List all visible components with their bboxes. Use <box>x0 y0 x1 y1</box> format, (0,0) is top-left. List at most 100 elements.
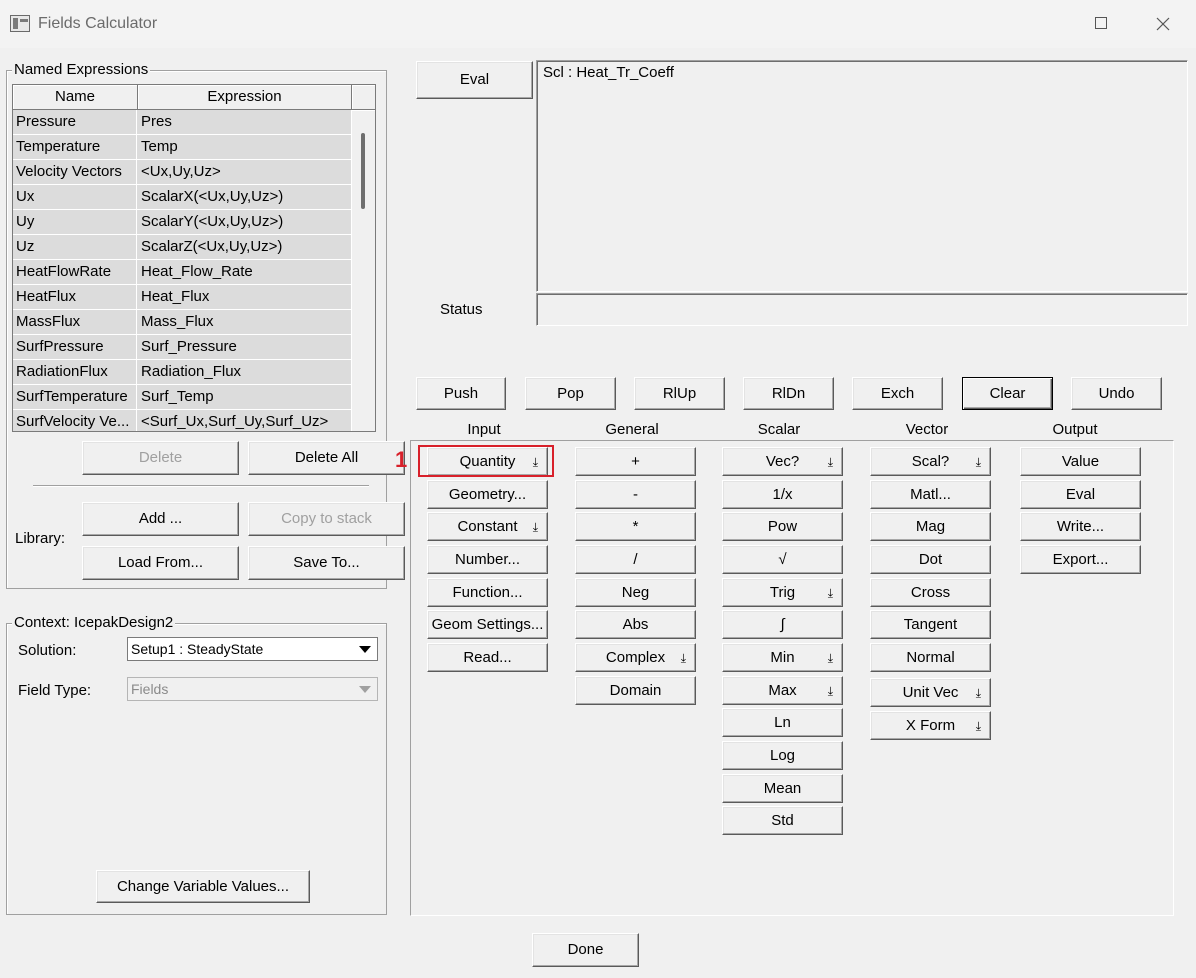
minus-button[interactable]: - <box>575 480 696 509</box>
cell-expression: <Surf_Ux,Surf_Uy,Surf_Uz> <box>141 413 329 430</box>
cell-expression: ScalarZ(<Ux,Uy,Uz>) <box>141 238 283 255</box>
roll-up-button[interactable]: RlUp <box>634 377 725 410</box>
pow-button[interactable]: Pow <box>722 512 843 541</box>
column-header-name[interactable]: Name <box>13 85 138 110</box>
table-row[interactable]: Temperature Temp <box>13 135 351 160</box>
done-button[interactable]: Done <box>532 933 639 967</box>
mag-button[interactable]: Mag <box>870 512 991 541</box>
table-row[interactable]: SurfVelocity Ve... <Surf_Ux,Surf_Uy,Surf_… <box>13 410 351 431</box>
log-button[interactable]: Log <box>722 741 843 770</box>
push-button[interactable]: Push <box>416 377 506 410</box>
cell-expression: Temp <box>141 138 178 155</box>
table-row[interactable]: MassFlux Mass_Flux <box>13 310 351 335</box>
table-row[interactable]: SurfPressure Surf_Pressure <box>13 335 351 360</box>
divide-button[interactable]: / <box>575 545 696 574</box>
cell-name: Velocity Vectors <box>13 160 137 184</box>
exchange-button[interactable]: Exch <box>852 377 943 410</box>
normal-button[interactable]: Normal <box>870 643 991 672</box>
table-row[interactable]: HeatFlowRate Heat_Flow_Rate <box>13 260 351 285</box>
table-row[interactable]: Ux ScalarX(<Ux,Uy,Uz>) <box>13 185 351 210</box>
save-to-button[interactable]: Save To... <box>248 546 405 580</box>
maximize-button[interactable] <box>1078 10 1124 38</box>
column-header-expression[interactable]: Expression <box>138 85 352 110</box>
table-row[interactable]: Velocity Vectors <Ux,Uy,Uz> <box>13 160 351 185</box>
table-row[interactable]: SurfTemperature Surf_Temp <box>13 385 351 410</box>
field-type-select[interactable]: Fields <box>127 677 378 701</box>
cell-expression: Radiation_Flux <box>141 363 242 380</box>
dot-button[interactable]: Dot <box>870 545 991 574</box>
cell-expression: ScalarY(<Ux,Uy,Uz>) <box>141 213 284 230</box>
add-button[interactable]: Add ... <box>82 502 239 536</box>
undo-button[interactable]: Undo <box>1071 377 1162 410</box>
table-row[interactable]: Uy ScalarY(<Ux,Uy,Uz>) <box>13 210 351 235</box>
dropdown-arrow-icon: ⤓ <box>975 686 981 700</box>
close-button[interactable] <box>1140 10 1186 38</box>
chevron-down-icon[interactable] <box>353 638 377 660</box>
max-label: Max <box>768 682 797 699</box>
eval-button[interactable]: Eval <box>416 61 533 99</box>
cell-name: Temperature <box>13 135 137 159</box>
vec-query-label: Vec? <box>765 453 800 470</box>
cell-expression: ScalarX(<Ux,Uy,Uz>) <box>141 188 284 205</box>
named-expressions-table[interactable]: Name Expression Pressure Pres Temperature… <box>12 84 376 432</box>
min-button[interactable]: Min ⤓ <box>722 643 843 672</box>
cross-button[interactable]: Cross <box>870 578 991 607</box>
scrollbar-thumb[interactable] <box>361 133 365 209</box>
read-button[interactable]: Read... <box>427 643 548 672</box>
number-button[interactable]: Number... <box>427 545 548 574</box>
reciprocal-button[interactable]: 1/x <box>722 480 843 509</box>
geometry-button[interactable]: Geometry... <box>427 480 548 509</box>
scal-query-label: Scal? <box>911 453 950 470</box>
value-button[interactable]: Value <box>1020 447 1141 476</box>
plus-button[interactable]: + <box>575 447 696 476</box>
roll-down-button[interactable]: RlDn <box>743 377 834 410</box>
table-row[interactable]: Pressure Pres <box>13 110 351 135</box>
pop-button[interactable]: Pop <box>525 377 616 410</box>
mean-button[interactable]: Mean <box>722 774 843 803</box>
function-button[interactable]: Function... <box>427 578 548 607</box>
clear-button[interactable]: Clear <box>962 377 1053 410</box>
max-button[interactable]: Max ⤓ <box>722 676 843 705</box>
complex-button[interactable]: Complex ⤓ <box>575 643 696 672</box>
copy-to-stack-button[interactable]: Copy to stack <box>248 502 405 536</box>
domain-button[interactable]: Domain <box>575 676 696 705</box>
tangent-button[interactable]: Tangent <box>870 610 991 639</box>
solution-select[interactable]: Setup1 : SteadyState <box>127 637 378 661</box>
table-row[interactable]: HeatFlux Heat_Flux <box>13 285 351 310</box>
trig-button[interactable]: Trig ⤓ <box>722 578 843 607</box>
stack-display[interactable]: Scl : Heat_Tr_Coeff <box>536 60 1188 292</box>
cell-expression: Heat_Flow_Rate <box>141 263 253 280</box>
delete-button[interactable]: Delete <box>82 441 239 475</box>
matl-button[interactable]: Matl... <box>870 480 991 509</box>
chevron-down-icon <box>353 678 377 700</box>
ln-button[interactable]: Ln <box>722 708 843 737</box>
dropdown-arrow-icon: ⤓ <box>827 586 833 600</box>
abs-button[interactable]: Abs <box>575 610 696 639</box>
cell-name: Uz <box>13 235 137 259</box>
sqrt-button[interactable]: √ <box>722 545 843 574</box>
export-button[interactable]: Export... <box>1020 545 1141 574</box>
multiply-button[interactable]: * <box>575 512 696 541</box>
cell-name: SurfVelocity Ve... <box>13 410 137 431</box>
table-row[interactable]: Uz ScalarZ(<Ux,Uy,Uz>) <box>13 235 351 260</box>
minimize-button[interactable] <box>1020 10 1066 38</box>
integral-button[interactable]: ∫ <box>722 610 843 639</box>
scal-query-button[interactable]: Scal? ⤓ <box>870 447 991 476</box>
neg-button[interactable]: Neg <box>575 578 696 607</box>
write-button[interactable]: Write... <box>1020 512 1141 541</box>
table-scrollbar[interactable] <box>352 111 375 431</box>
output-eval-button[interactable]: Eval <box>1020 480 1141 509</box>
xform-button[interactable]: X Form ⤓ <box>870 711 991 740</box>
load-from-button[interactable]: Load From... <box>82 546 239 580</box>
change-variable-values-button[interactable]: Change Variable Values... <box>96 870 310 903</box>
vec-query-button[interactable]: Vec? ⤓ <box>722 447 843 476</box>
complex-label: Complex <box>605 649 666 666</box>
app-icon <box>10 15 30 32</box>
geom-settings-button[interactable]: Geom Settings... <box>427 610 548 639</box>
delete-all-button[interactable]: Delete All <box>248 441 405 475</box>
unit-vec-button[interactable]: Unit Vec ⤓ <box>870 678 991 707</box>
std-button[interactable]: Std <box>722 806 843 835</box>
table-row[interactable]: RadiationFlux Radiation_Flux <box>13 360 351 385</box>
constant-button[interactable]: Constant ⤓ <box>427 512 548 541</box>
xform-label: X Form <box>905 717 956 734</box>
